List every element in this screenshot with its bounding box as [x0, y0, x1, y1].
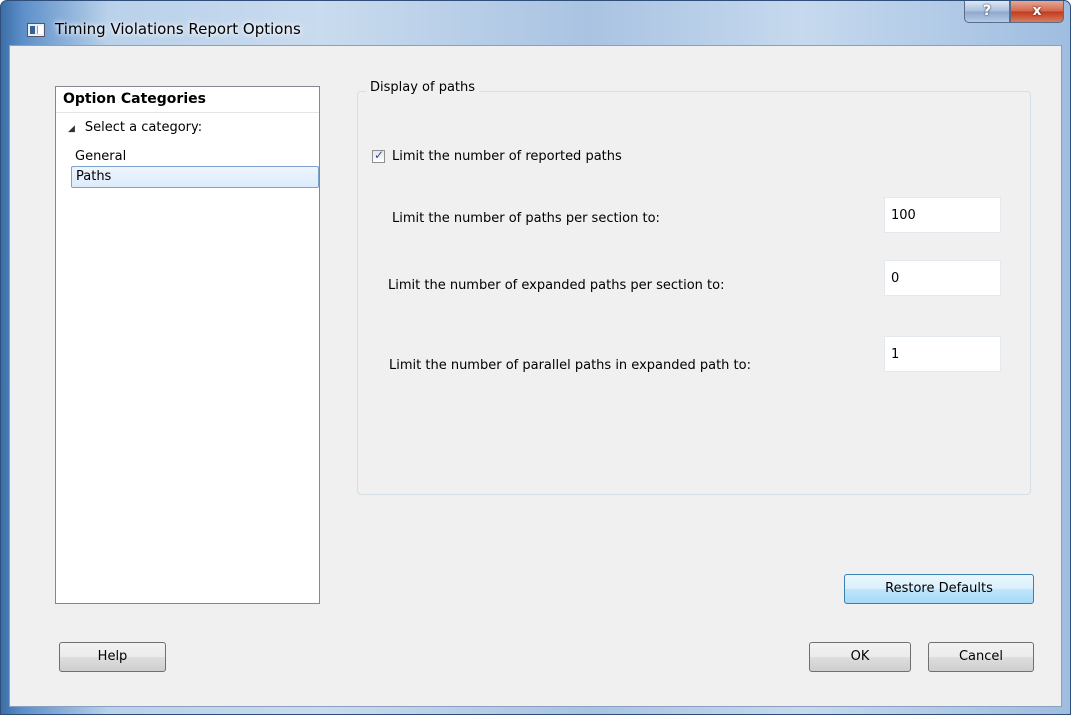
app-icon [27, 23, 45, 37]
close-button[interactable]: x [1010, 1, 1064, 23]
option-categories-header: Option Categories [56, 87, 319, 113]
expanded-paths-input[interactable]: 0 [884, 260, 1001, 296]
category-root-node[interactable]: ◢ Select a category: [68, 120, 202, 135]
restore-defaults-button[interactable]: Restore Defaults [844, 574, 1034, 604]
parallel-paths-input[interactable]: 1 [884, 336, 1001, 372]
title-bar[interactable]: Timing Violations Report Options ? x [1, 1, 1070, 45]
expanded-paths-label: Limit the number of expanded paths per s… [388, 278, 725, 293]
limit-reported-paths-checkbox[interactable]: ✓ [372, 148, 385, 163]
parallel-paths-label: Limit the number of parallel paths in ex… [389, 358, 751, 373]
limit-reported-paths-row[interactable]: ✓ Limit the number of reported paths [372, 148, 622, 164]
category-root-label: Select a category: [84, 120, 203, 135]
window-title: Timing Violations Report Options [55, 20, 301, 38]
collapse-triangle-icon[interactable]: ◢ [68, 124, 75, 134]
group-title: Display of paths [366, 80, 480, 95]
cancel-button[interactable]: Cancel [928, 642, 1034, 672]
ok-button[interactable]: OK [809, 642, 911, 672]
checkmark-icon: ✓ [374, 148, 385, 162]
paths-per-section-input[interactable]: 100 [884, 197, 1001, 233]
dialog-window: Timing Violations Report Options ? x Opt… [0, 0, 1071, 715]
help-button[interactable]: Help [59, 642, 166, 672]
question-icon: ? [982, 3, 992, 19]
limit-reported-paths-label: Limit the number of reported paths [392, 149, 622, 164]
category-item-paths[interactable]: Paths [71, 166, 319, 188]
dialog-client-area: Option Categories ◢ Select a category: Ge… [9, 45, 1062, 707]
paths-per-section-label: Limit the number of paths per section to… [392, 211, 660, 226]
close-icon: x [1032, 3, 1042, 19]
help-title-button[interactable]: ? [964, 1, 1010, 23]
